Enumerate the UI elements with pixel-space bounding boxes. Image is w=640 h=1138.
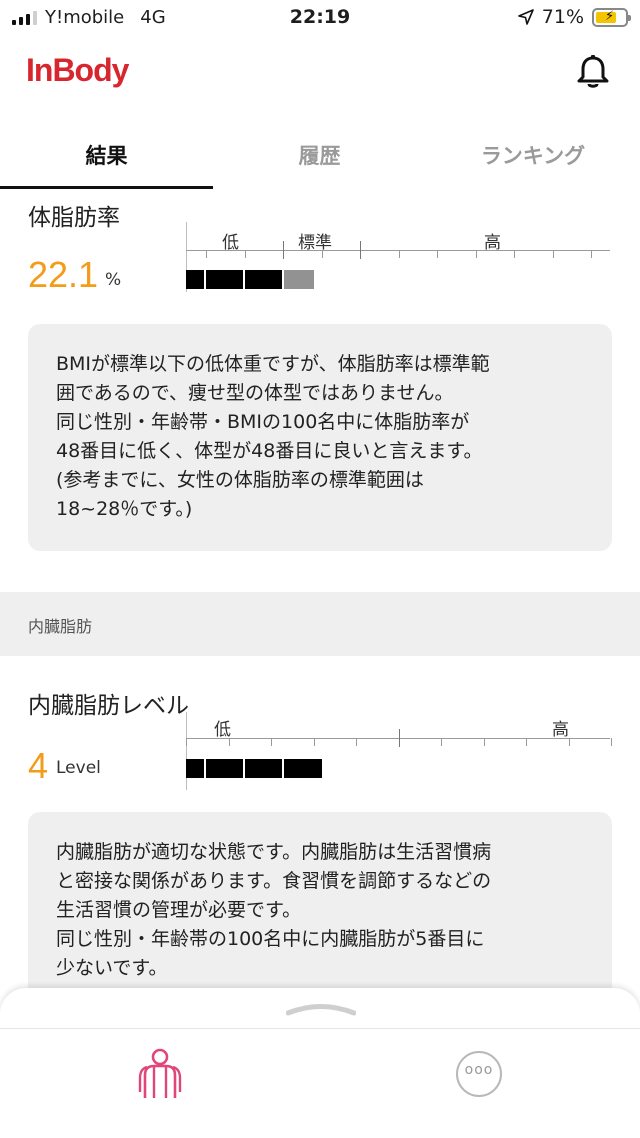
scale-tick — [321, 250, 323, 258]
visceral-fat-description: 内臓脂肪が適切な状態です。内臓脂肪は生活習慣病 と密接な関係があります。食習慣を… — [28, 812, 612, 1012]
description-line: 48番目に低く、体型が48番目に良いと言えます。 — [56, 440, 483, 462]
scale-tick — [526, 738, 527, 746]
description-line: (参考までに、女性の体脂肪率の標準範囲は — [56, 469, 424, 491]
scale-label-high: 高 — [552, 720, 569, 740]
bottom-sheet: ooo — [0, 988, 640, 1138]
visceral-fat-value: 4 — [28, 745, 49, 786]
body-fat-scale: 低 標準 高 — [186, 222, 610, 312]
scale-tick — [441, 738, 442, 746]
scale-tick — [206, 250, 207, 258]
scale-major-tick — [398, 729, 400, 747]
description-line: BMIが標準以下の低体重ですが、体脂肪率は標準範 — [56, 353, 490, 375]
body-fat-description: BMIが標準以下の低体重ですが、体脂肪率は標準範 囲であるので、痩せ型の体型では… — [28, 324, 612, 551]
bell-icon[interactable] — [576, 54, 610, 90]
sheet-handle[interactable] — [286, 1002, 356, 1016]
active-tab-indicator — [0, 186, 213, 189]
description-line: と密接な関係があります。食習慣を調節するなどの — [56, 870, 492, 892]
visceral-fat-bar-segment — [245, 759, 282, 778]
scale-tick — [437, 250, 438, 258]
description-line: 同じ性別・年齢帯の100名中に内臓脂肪が5番目に — [56, 928, 485, 950]
status-right: 71% ⚡ — [517, 6, 631, 28]
scale-tick — [591, 250, 592, 258]
more-icon[interactable]: ooo — [456, 1051, 502, 1097]
scale-major-tick — [360, 241, 361, 259]
description-line: 生活習慣の管理が必要です。 — [56, 899, 302, 921]
description-line: 18~28％です。) — [56, 498, 193, 520]
body-fat-bar-segment — [186, 270, 204, 289]
scale-tick — [356, 738, 357, 746]
visceral-fat-unit: Level — [56, 758, 101, 778]
scale-tick — [398, 250, 400, 258]
scale-tick — [514, 250, 515, 258]
battery-percent: 71% — [541, 6, 584, 28]
description-line: 囲であるので、痩せ型の体型ではありません。 — [56, 382, 454, 404]
body-fat-unit: % — [105, 270, 122, 290]
scale-tick — [271, 738, 272, 746]
scale-label-low: 低 — [214, 720, 231, 740]
description-line: 同じ性別・年齢帯・BMIの100名中に体脂肪率が — [56, 411, 470, 433]
scale-tick — [186, 738, 187, 746]
visceral-fat-bar-segment — [284, 759, 322, 778]
visceral-fat-bar-segment — [186, 759, 204, 778]
tab-history[interactable]: 履歴 — [213, 140, 426, 170]
section-header-visceral: 内臓脂肪 — [0, 592, 640, 656]
status-bar: Y!mobile 4G 22:19 71% ⚡ — [0, 0, 640, 38]
scale-tick — [483, 738, 485, 746]
battery-charging-icon: ⚡ — [592, 7, 631, 27]
scale-major-tick — [283, 241, 284, 259]
visceral-fat-bar-segment — [206, 759, 243, 778]
body-fat-bar-segment — [245, 270, 282, 289]
tab-ranking[interactable]: ランキング — [426, 140, 640, 170]
body-fat-bar-segment — [206, 270, 243, 289]
scale-tick — [568, 738, 570, 746]
location-arrow-icon — [517, 9, 534, 25]
scale-tick — [244, 250, 246, 258]
visceral-fat-scale: 低 高 — [186, 712, 612, 802]
visceral-fat-title: 内臓脂肪レベル — [28, 693, 189, 719]
section-header-label: 内臓脂肪 — [28, 617, 93, 636]
description-line: 少ないです。 — [56, 957, 168, 979]
tab-results[interactable]: 結果 — [0, 140, 213, 170]
scale-tick — [552, 250, 554, 258]
body-fat-title: 体脂肪率 — [28, 205, 120, 231]
body-fat-value: 22.1 — [28, 254, 99, 295]
tab-bar: 結果 履歴 ランキング — [0, 122, 640, 190]
description-line: 内臓脂肪が適切な状態です。内臓脂肪は生活習慣病 — [56, 841, 492, 863]
inbody-logo: InBody — [26, 52, 129, 88]
scale-tick — [228, 738, 230, 746]
scale-tick — [313, 738, 315, 746]
scale-tick — [475, 250, 477, 258]
scale-tick — [611, 738, 612, 746]
body-fat-bar-segment-standard — [284, 270, 314, 289]
body-composition-icon[interactable] — [137, 1048, 183, 1100]
